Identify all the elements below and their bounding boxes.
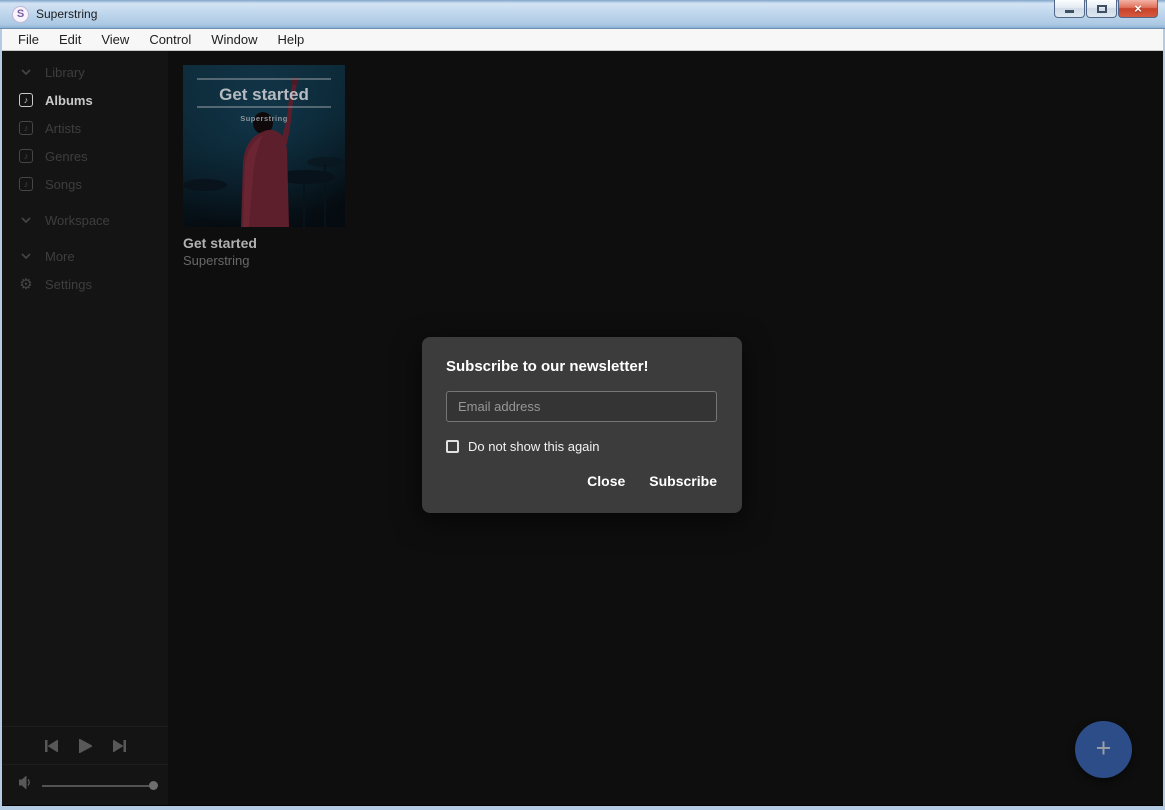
titlebar: S Superstring × xyxy=(0,0,1165,29)
sidebar-item-workspace[interactable]: Workspace xyxy=(2,206,168,234)
add-button[interactable]: + xyxy=(1075,721,1132,778)
album-art-image: Get started Superstring xyxy=(183,65,345,227)
menu-window[interactable]: Window xyxy=(201,30,267,49)
sidebar-item-settings[interactable]: ⚙ Settings xyxy=(2,270,168,298)
volume-slider[interactable] xyxy=(42,781,158,790)
sidebar-item-albums[interactable]: ♪ Albums xyxy=(2,86,168,114)
previous-icon xyxy=(45,740,58,752)
menu-view[interactable]: View xyxy=(91,30,139,49)
chevron-down-icon xyxy=(18,69,34,75)
music-note-icon: ♪ xyxy=(18,177,34,191)
volume-bar xyxy=(2,764,168,805)
sidebar-item-artists[interactable]: ♪ Artists xyxy=(2,114,168,142)
close-button[interactable]: × xyxy=(1118,0,1158,18)
previous-track-button[interactable] xyxy=(43,738,60,754)
menu-help[interactable]: Help xyxy=(267,30,314,49)
app-logo-icon: S xyxy=(12,6,29,23)
music-note-icon: ♪ xyxy=(18,93,34,107)
album-art-subtitle-text: Superstring xyxy=(240,114,288,123)
content-area: Library ♪ Albums ♪ Artists xyxy=(2,51,1163,805)
sidebar-item-genres[interactable]: ♪ Genres xyxy=(2,142,168,170)
volume-track-line xyxy=(42,785,154,787)
sidebar-item-library[interactable]: Library xyxy=(2,58,168,86)
sidebar-item-label: Workspace xyxy=(45,213,110,228)
dialog-title: Subscribe to our newsletter! xyxy=(446,358,717,375)
speaker-icon[interactable] xyxy=(19,776,33,794)
window-controls: × xyxy=(1053,0,1158,18)
chevron-down-icon xyxy=(18,253,34,259)
dialog-actions: Close Subscribe xyxy=(446,473,717,489)
maximize-button[interactable] xyxy=(1086,0,1117,18)
menu-bar: File Edit View Control Window Help xyxy=(2,29,1163,51)
window-title: Superstring xyxy=(36,7,97,21)
play-button[interactable] xyxy=(77,737,94,755)
close-dialog-button[interactable]: Close xyxy=(587,473,625,489)
sidebar-item-songs[interactable]: ♪ Songs xyxy=(2,170,168,198)
sidebar-item-label: More xyxy=(45,249,75,264)
album-card-get-started[interactable]: Get started Superstring Get started Supe… xyxy=(183,65,345,268)
album-title: Get started xyxy=(183,235,345,251)
play-icon xyxy=(79,739,92,753)
sidebar-item-label: Settings xyxy=(45,277,92,292)
window-frame: File Edit View Control Window Help Libra… xyxy=(0,29,1165,810)
do-not-show-again-option[interactable]: Do not show this again xyxy=(446,439,717,454)
album-art-title-text: Get started xyxy=(219,85,309,104)
sidebar: Library ♪ Albums ♪ Artists xyxy=(2,51,168,805)
next-icon xyxy=(113,740,126,752)
sidebar-item-label: Artists xyxy=(45,121,81,136)
next-track-button[interactable] xyxy=(111,738,128,754)
menu-file[interactable]: File xyxy=(8,30,49,49)
minimize-icon xyxy=(1065,10,1074,13)
newsletter-dialog: Subscribe to our newsletter! Do not show… xyxy=(422,337,742,513)
chevron-down-icon xyxy=(18,217,34,223)
app-window: S Superstring × File Edit View Control W… xyxy=(0,0,1165,810)
sidebar-item-label: Albums xyxy=(45,93,93,108)
subscribe-button[interactable]: Subscribe xyxy=(649,473,717,489)
gear-icon: ⚙ xyxy=(18,277,34,292)
menu-edit[interactable]: Edit xyxy=(49,30,91,49)
sidebar-item-label: Genres xyxy=(45,149,88,164)
album-artist: Superstring xyxy=(183,253,345,268)
music-note-icon: ♪ xyxy=(18,121,34,135)
playback-controls xyxy=(2,726,168,764)
sidebar-item-label: Library xyxy=(45,65,85,80)
volume-thumb[interactable] xyxy=(149,781,158,790)
checkbox-unchecked[interactable] xyxy=(446,440,459,453)
sidebar-nav: Library ♪ Albums ♪ Artists xyxy=(2,51,168,726)
maximize-icon xyxy=(1097,5,1107,13)
minimize-button[interactable] xyxy=(1054,0,1085,18)
menu-control[interactable]: Control xyxy=(139,30,201,49)
checkbox-label: Do not show this again xyxy=(468,439,600,454)
plus-icon: + xyxy=(1096,735,1112,762)
email-field[interactable] xyxy=(446,391,717,422)
music-note-icon: ♪ xyxy=(18,149,34,163)
close-icon: × xyxy=(1134,2,1142,15)
sidebar-item-label: Songs xyxy=(45,177,82,192)
sidebar-item-more[interactable]: More xyxy=(2,242,168,270)
